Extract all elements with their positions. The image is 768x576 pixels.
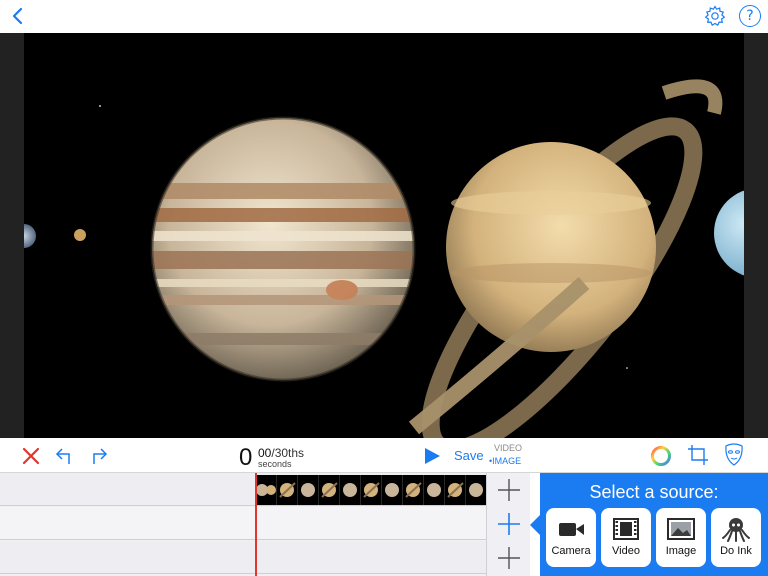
image-label: Image — [665, 545, 697, 557]
add-track-1-button[interactable] — [496, 477, 522, 503]
mode-image-option[interactable]: •IMAGE — [489, 456, 521, 466]
color-button[interactable] — [650, 445, 672, 467]
time-frames-value: 00 — [258, 446, 272, 460]
close-icon — [22, 447, 40, 465]
add-track-2-button[interactable] — [496, 511, 522, 537]
plus-icon — [498, 547, 520, 569]
delete-button[interactable] — [21, 446, 41, 466]
time-seconds: 0 — [239, 444, 253, 471]
undo-icon — [55, 448, 70, 464]
image-icon — [667, 518, 695, 540]
clip-thumbnail — [361, 475, 382, 505]
doink-source-button[interactable]: Do Ink — [711, 508, 761, 567]
help-label: ? — [746, 8, 754, 24]
gear-icon — [704, 5, 726, 26]
chevron-left-icon — [12, 7, 23, 25]
film-icon — [613, 518, 639, 540]
play-icon — [425, 448, 440, 464]
mask-icon — [725, 443, 743, 466]
back-button[interactable] — [6, 4, 30, 28]
planets-artwork — [24, 33, 744, 438]
save-button[interactable]: Save — [454, 448, 484, 463]
video-source-button[interactable]: Video — [601, 508, 651, 567]
crop-button[interactable] — [687, 444, 709, 466]
plus-icon — [498, 513, 520, 535]
help-button[interactable]: ? — [739, 5, 761, 27]
doink-label: Do Ink — [720, 545, 752, 557]
timeline-track-1[interactable] — [0, 473, 486, 506]
source-popover: Select a source: Camera Video Image Do I… — [540, 473, 768, 576]
video-label: Video — [612, 545, 640, 557]
playhead[interactable] — [255, 473, 257, 576]
clip-thumbnail — [382, 475, 403, 505]
mask-button[interactable] — [723, 443, 745, 467]
clip-thumbnail-strip[interactable] — [256, 475, 486, 505]
camera-label: Camera — [551, 545, 591, 557]
plus-icon — [498, 479, 520, 501]
timeline — [0, 473, 486, 576]
video-camera-icon — [559, 523, 584, 536]
add-track-column — [486, 473, 530, 576]
redo-icon — [93, 448, 108, 464]
top-bar: ? — [0, 0, 768, 33]
redo-button[interactable] — [87, 446, 109, 466]
mode-video-option[interactable]: VIDEO — [494, 443, 522, 453]
octopus-icon — [722, 518, 750, 542]
clip-thumbnail — [319, 475, 340, 505]
canvas-stage — [0, 33, 768, 438]
clip-thumbnail — [298, 475, 319, 505]
camera-source-button[interactable]: Camera — [546, 508, 596, 567]
clip-thumbnail — [340, 475, 361, 505]
clip-thumbnail — [424, 475, 445, 505]
clip-thumbnail — [466, 475, 486, 505]
add-track-3-button[interactable] — [496, 545, 522, 571]
time-unit-label: seconds — [258, 459, 292, 469]
timeline-track-3[interactable] — [0, 541, 486, 574]
clip-thumbnail — [403, 475, 424, 505]
time-frames-unit: /30ths — [271, 446, 305, 460]
clip-thumbnail — [277, 475, 298, 505]
settings-button[interactable] — [703, 4, 727, 28]
source-title: Select a source: — [589, 482, 719, 502]
play-button[interactable] — [423, 447, 441, 465]
clip-thumbnail — [256, 475, 277, 505]
timeline-track-2[interactable] — [0, 507, 486, 540]
clip-thumbnail — [445, 475, 466, 505]
planets-image[interactable] — [24, 33, 744, 438]
undo-button[interactable] — [54, 446, 76, 466]
image-source-button[interactable]: Image — [656, 508, 706, 567]
color-wheel-icon — [651, 446, 671, 466]
app-window: ? 0 00/30ths seconds Save VIDEO •IMAGE S… — [0, 0, 768, 576]
crop-icon — [688, 445, 708, 465]
source-popover-pointer — [530, 515, 540, 535]
time-frames: 00/30ths — [258, 447, 304, 459]
